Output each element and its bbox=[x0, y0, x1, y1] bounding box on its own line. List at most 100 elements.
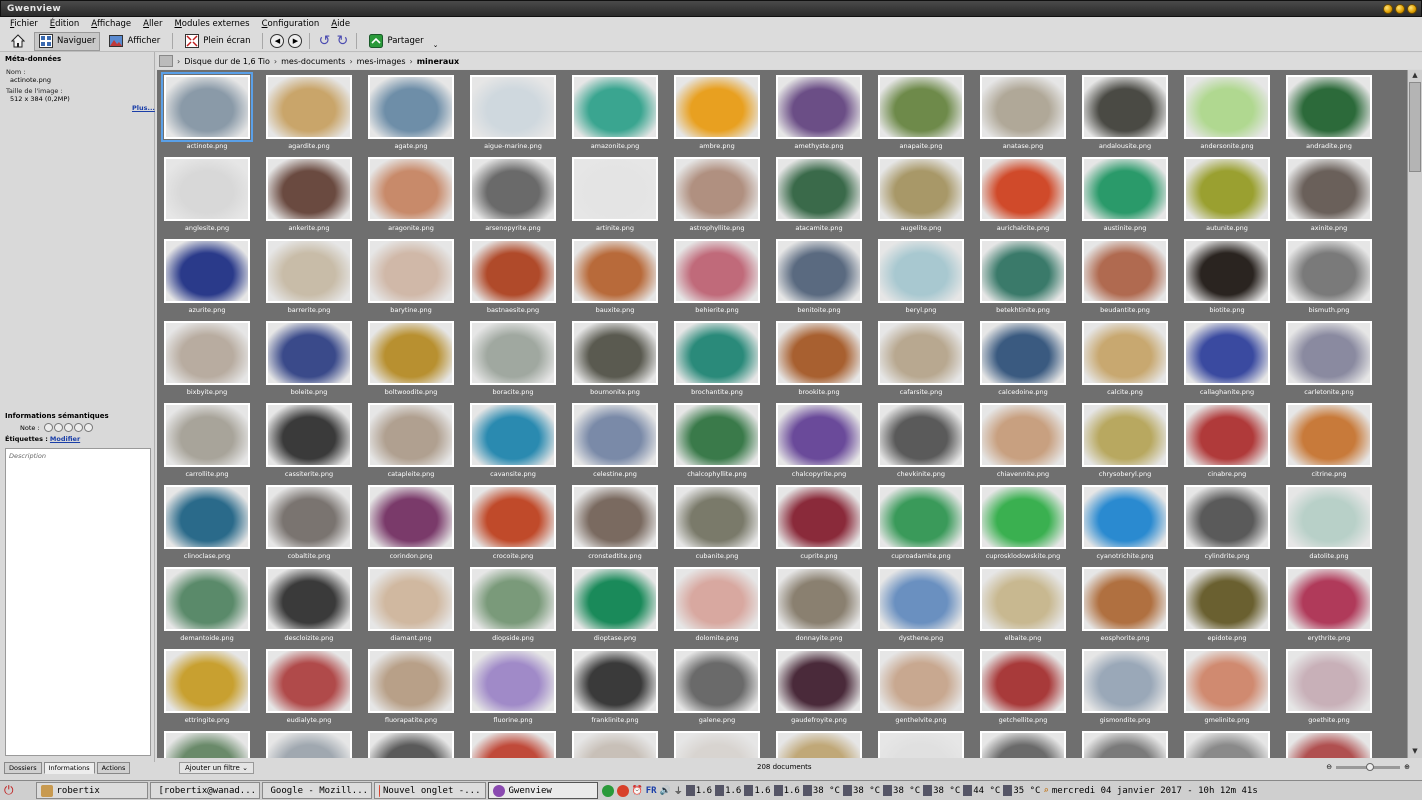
thumbnail-image[interactable] bbox=[1286, 157, 1372, 221]
thumbnail-image[interactable] bbox=[776, 731, 862, 758]
task-robertix[interactable]: robertix bbox=[35, 782, 148, 799]
maximize-button[interactable] bbox=[1395, 4, 1405, 14]
thumbnail-item[interactable]: callaghanite.png bbox=[1184, 319, 1286, 401]
thumbnail-item[interactable]: demantoide.png bbox=[164, 565, 266, 647]
thumbnail-item[interactable]: dioptase.png bbox=[572, 565, 674, 647]
thumbnail-image[interactable] bbox=[674, 403, 760, 467]
menu-settings[interactable]: Configuration bbox=[262, 19, 320, 29]
thumbnail-item[interactable] bbox=[470, 729, 572, 758]
browse-button[interactable]: Naviguer bbox=[34, 31, 101, 51]
previous-icon[interactable]: ◀ bbox=[270, 34, 285, 48]
thumbnail-image[interactable] bbox=[1082, 567, 1168, 631]
thumbnail-item[interactable]: ambre.png bbox=[674, 73, 776, 155]
thumbnail-item[interactable] bbox=[878, 729, 980, 758]
close-button[interactable] bbox=[1407, 4, 1417, 14]
thumbnail-item[interactable]: azurite.png bbox=[164, 237, 266, 319]
thumbnail-item[interactable]: gaudefroyite.png bbox=[776, 647, 878, 729]
thumbnail-item[interactable] bbox=[674, 729, 776, 758]
thumbnail-item[interactable]: celestine.png bbox=[572, 401, 674, 483]
thumbnail-item[interactable] bbox=[368, 729, 470, 758]
window-titlebar[interactable]: Gwenview bbox=[0, 0, 1422, 17]
thumbnail-item[interactable]: artinite.png bbox=[572, 155, 674, 237]
thumbnail-item[interactable]: biotite.png bbox=[1184, 237, 1286, 319]
thumbnail-image[interactable] bbox=[1286, 731, 1372, 758]
zoom-in-icon[interactable]: ⊕ bbox=[1404, 763, 1410, 771]
chrome-tray-icon[interactable] bbox=[616, 784, 629, 797]
thumbnail-item[interactable]: gismondite.png bbox=[1082, 647, 1184, 729]
thumbnail-item[interactable]: cyanotrichite.png bbox=[1082, 483, 1184, 565]
thumbnail-image[interactable] bbox=[164, 649, 250, 713]
clock[interactable]: mercredi 04 janvier 2017 - 10h 12m 41s bbox=[1052, 786, 1258, 796]
thumbnail-item[interactable]: corindon.png bbox=[368, 483, 470, 565]
thumbnail-image[interactable] bbox=[878, 567, 964, 631]
thumbnail-image[interactable] bbox=[470, 731, 556, 758]
thumbnail-item[interactable] bbox=[1082, 729, 1184, 758]
thumbnail-item[interactable]: goethite.png bbox=[1286, 647, 1388, 729]
zoom-slider-handle[interactable] bbox=[1366, 762, 1375, 771]
thumbnail-image[interactable] bbox=[572, 157, 658, 221]
thumbnail-item[interactable]: bixbyite.png bbox=[164, 319, 266, 401]
more-metadata-link[interactable]: Plus... bbox=[132, 104, 155, 112]
thumbnail-image[interactable] bbox=[1286, 567, 1372, 631]
thumbnail-item[interactable]: elbaite.png bbox=[980, 565, 1082, 647]
thumbnail-image[interactable] bbox=[980, 567, 1066, 631]
thumbnail-image[interactable] bbox=[470, 321, 556, 385]
thumbnail-item[interactable]: getchellite.png bbox=[980, 647, 1082, 729]
tab-information[interactable]: Informations bbox=[43, 762, 95, 774]
thumbnail-image[interactable] bbox=[572, 731, 658, 758]
thumbnail-image[interactable] bbox=[674, 731, 760, 758]
thumbnail-item[interactable] bbox=[572, 729, 674, 758]
thumbnail-item[interactable]: chiavennite.png bbox=[980, 401, 1082, 483]
thumbnail-item[interactable]: augelite.png bbox=[878, 155, 980, 237]
thumbnail-item[interactable]: amazonite.png bbox=[572, 73, 674, 155]
thumbnail-image[interactable] bbox=[1082, 75, 1168, 139]
thumbnail-item[interactable]: amethyste.png bbox=[776, 73, 878, 155]
thumbnail-scrollbar[interactable]: ▲ ▼ bbox=[1407, 70, 1422, 758]
thumbnail-image[interactable] bbox=[1184, 731, 1270, 758]
thumbnail-image[interactable] bbox=[470, 157, 556, 221]
star-icon[interactable] bbox=[73, 423, 83, 432]
thumbnail-item[interactable]: actinote.png bbox=[161, 72, 266, 155]
thumbnail-item[interactable]: chalcopyrite.png bbox=[776, 401, 878, 483]
thumbnail-item[interactable]: diopside.png bbox=[470, 565, 572, 647]
home-button[interactable] bbox=[6, 32, 30, 51]
thumbnail-image[interactable] bbox=[980, 239, 1066, 303]
thumbnail-item[interactable]: behierite.png bbox=[674, 237, 776, 319]
thumbnail-image[interactable] bbox=[266, 157, 352, 221]
thumbnail-item[interactable]: citrine.png bbox=[1286, 401, 1388, 483]
thumbnail-image[interactable] bbox=[470, 485, 556, 549]
thumbnail-item[interactable]: aurichalcite.png bbox=[980, 155, 1082, 237]
language-indicator[interactable]: FR bbox=[646, 786, 657, 796]
thumbnail-item[interactable]: astrophyllite.png bbox=[674, 155, 776, 237]
thumbnail-item[interactable]: chalcophyllite.png bbox=[674, 401, 776, 483]
thumbnail-image[interactable] bbox=[1184, 75, 1270, 139]
thumbnail-image[interactable] bbox=[1082, 321, 1168, 385]
thumbnail-item[interactable] bbox=[266, 729, 368, 758]
menu-edit[interactable]: Édition bbox=[50, 19, 79, 29]
thumbnail-item[interactable] bbox=[980, 729, 1082, 758]
thumbnail-image[interactable] bbox=[674, 321, 760, 385]
thumbnail-image[interactable] bbox=[980, 403, 1066, 467]
thumbnail-image[interactable] bbox=[368, 567, 454, 631]
thumbnail-image[interactable] bbox=[1082, 403, 1168, 467]
thumbnail-image[interactable] bbox=[1082, 731, 1168, 758]
thumbnail-item[interactable] bbox=[164, 729, 266, 758]
thumbnail-item[interactable]: anatase.png bbox=[980, 73, 1082, 155]
task-gwenview[interactable]: Gwenview bbox=[487, 782, 598, 799]
thumbnail-image[interactable] bbox=[980, 321, 1066, 385]
thumbnail-item[interactable]: anapaite.png bbox=[878, 73, 980, 155]
star-icon[interactable] bbox=[53, 423, 63, 432]
thumbnail-item[interactable]: brookite.png bbox=[776, 319, 878, 401]
thumbnail-image[interactable] bbox=[572, 485, 658, 549]
thumbnail-item[interactable]: benitoite.png bbox=[776, 237, 878, 319]
view-button[interactable]: Afficher bbox=[104, 32, 165, 51]
menu-plugins[interactable]: Modules externes bbox=[174, 19, 249, 29]
thumbnail-image[interactable] bbox=[266, 485, 352, 549]
thumbnail-item[interactable]: beudantite.png bbox=[1082, 237, 1184, 319]
task-chrome[interactable]: Nouvel onglet -... bbox=[373, 782, 486, 799]
thumbnail-image[interactable] bbox=[368, 485, 454, 549]
thumbnail-image[interactable] bbox=[878, 321, 964, 385]
thumbnail-image[interactable] bbox=[776, 649, 862, 713]
thumbnail-image[interactable] bbox=[1184, 157, 1270, 221]
tab-folders[interactable]: Dossiers bbox=[4, 762, 42, 774]
